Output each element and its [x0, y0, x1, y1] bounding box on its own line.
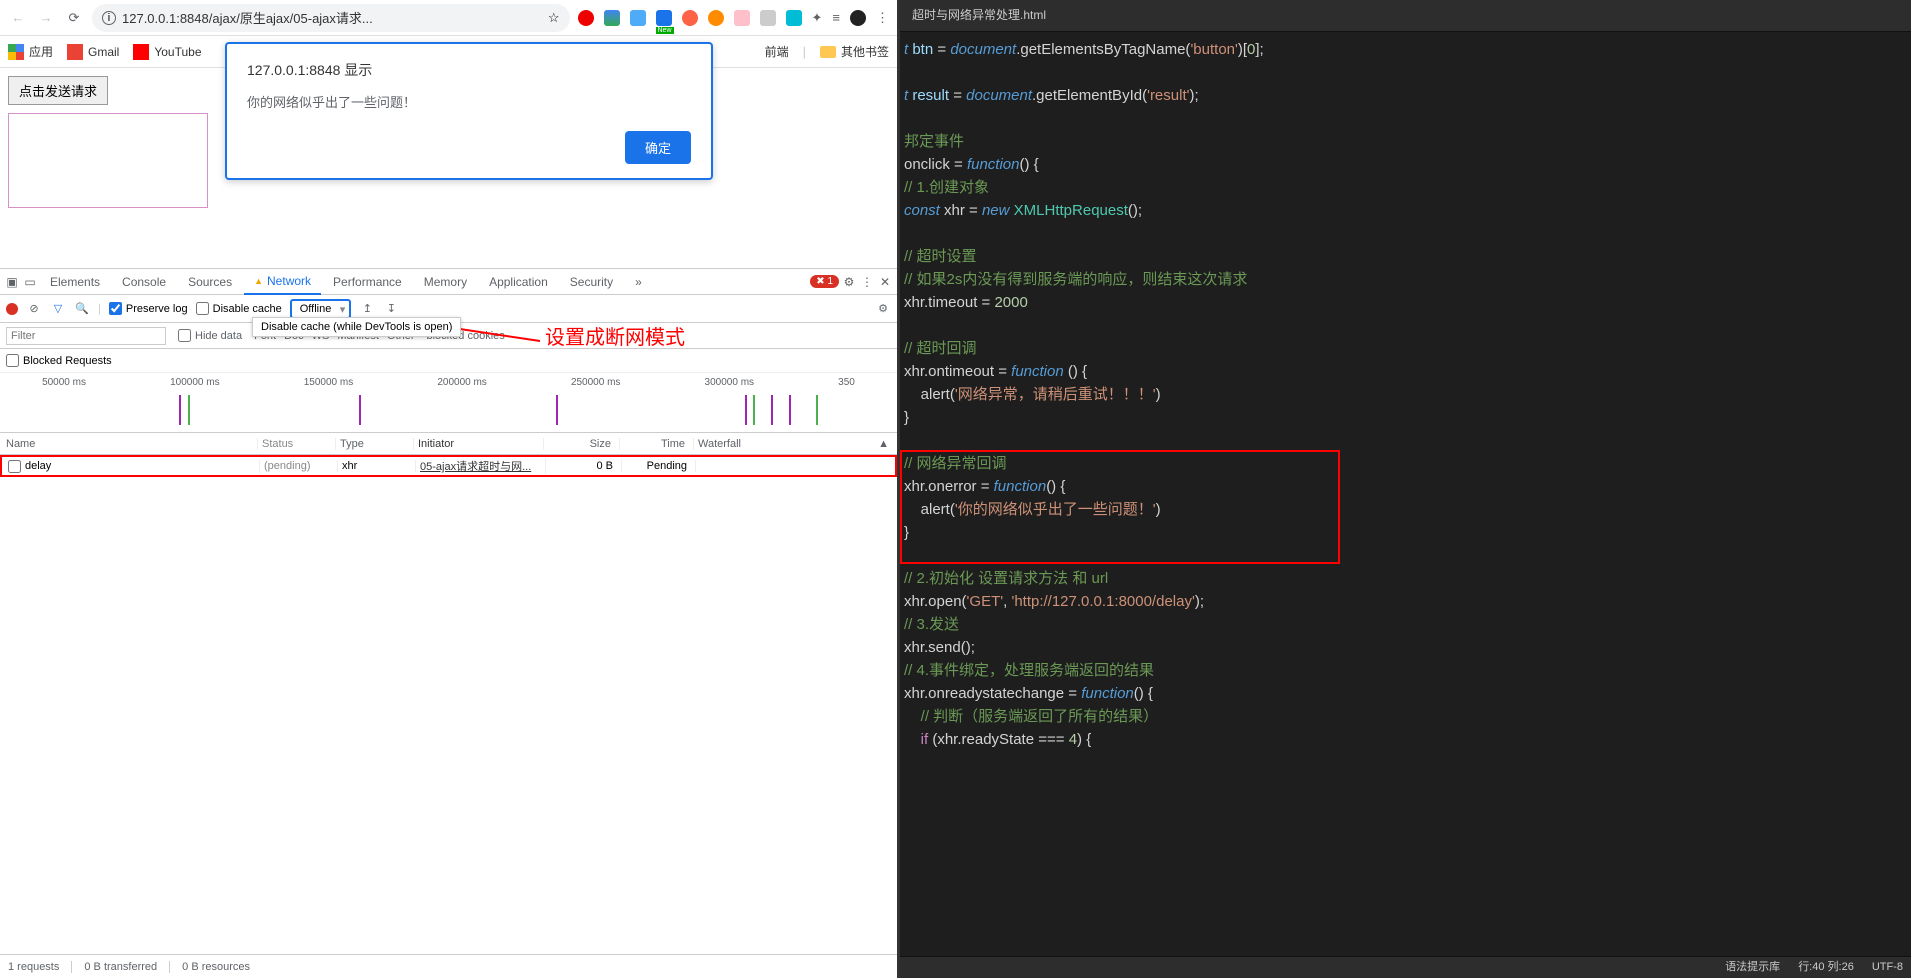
- tab-console[interactable]: Console: [112, 269, 176, 295]
- ext-icon[interactable]: [734, 10, 750, 26]
- col-size[interactable]: Size: [544, 438, 620, 450]
- transferred: 0 B transferred: [84, 961, 170, 973]
- resources: 0 B resources: [182, 961, 262, 973]
- download-icon[interactable]: ↧: [383, 301, 399, 317]
- gmail-bookmark[interactable]: Gmail: [67, 44, 119, 60]
- throttle-select[interactable]: Offline: [290, 299, 352, 319]
- address-bar[interactable]: i 127.0.0.1:8848/ajax/原生ajax/05-ajax请求..…: [92, 4, 570, 32]
- youtube-bookmark[interactable]: YouTube: [133, 44, 201, 60]
- col-type[interactable]: Type: [336, 438, 414, 450]
- tab-more[interactable]: »: [625, 269, 652, 295]
- settings-icon[interactable]: ⚙: [841, 274, 857, 290]
- ext-icon[interactable]: [604, 10, 620, 26]
- syntax-hint[interactable]: 语法提示库: [1725, 956, 1780, 979]
- col-time[interactable]: Time: [620, 438, 694, 450]
- filter-icon[interactable]: ▽: [50, 301, 66, 317]
- annotation-text: 设置成断网模式: [545, 321, 685, 350]
- menu-icon[interactable]: ≡: [832, 10, 840, 25]
- upload-icon[interactable]: ↥: [359, 301, 375, 317]
- record-button[interactable]: [6, 303, 18, 315]
- ext-icon[interactable]: [708, 10, 724, 26]
- tooltip: Disable cache (while DevTools is open): [252, 317, 461, 337]
- preserve-log-check[interactable]: Preserve log: [109, 302, 188, 315]
- ext-icon[interactable]: [786, 10, 802, 26]
- star-icon[interactable]: ☆: [548, 10, 560, 26]
- table-row[interactable]: delay (pending) xhr 05-ajax请求超时与网... 0 B…: [0, 455, 897, 477]
- devtools-tabs: ▣ ▭ Elements Console Sources Network Per…: [0, 269, 897, 295]
- tab-application[interactable]: Application: [479, 269, 558, 295]
- table-header: Name Status Type Initiator Size Time Wat…: [0, 433, 897, 455]
- search-icon[interactable]: 🔍: [74, 301, 90, 317]
- more-icon[interactable]: ⋮: [876, 10, 889, 26]
- settings-icon[interactable]: ⚙: [875, 301, 891, 317]
- result-box: [8, 113, 208, 208]
- alert-message: 你的网络似乎出了一些问题！: [247, 92, 691, 111]
- ext-icon[interactable]: [630, 10, 646, 26]
- alert-ok-button[interactable]: 确定: [625, 131, 691, 164]
- reload-button[interactable]: ⟳: [64, 8, 84, 28]
- browser-toolbar: ← → ⟳ i 127.0.0.1:8848/ajax/原生ajax/05-aj…: [0, 0, 897, 36]
- apps-bookmark[interactable]: 应用: [8, 43, 53, 60]
- ext-icon[interactable]: New: [656, 10, 672, 26]
- devtools-status: 1 requests 0 B transferred 0 B resources: [0, 954, 897, 978]
- device-icon[interactable]: ▭: [22, 274, 38, 290]
- tab-network[interactable]: Network: [244, 269, 321, 295]
- col-name[interactable]: Name: [0, 438, 258, 450]
- extensions-icon[interactable]: ✦: [812, 10, 823, 26]
- info-icon: i: [102, 11, 116, 25]
- editor-tab[interactable]: 超时与网络异常处理.html: [900, 0, 1911, 32]
- alert-dialog: 127.0.0.1:8848 显示 你的网络似乎出了一些问题！ 确定: [225, 42, 713, 180]
- blocked-requests-check[interactable]: Blocked Requests: [6, 354, 112, 367]
- ext-icon[interactable]: [578, 10, 594, 26]
- devtools: ▣ ▭ Elements Console Sources Network Per…: [0, 268, 897, 978]
- requests-count: 1 requests: [8, 961, 72, 973]
- close-icon[interactable]: ✕: [877, 274, 893, 290]
- network-toolbar: ⊘ ▽ 🔍 | Preserve log Disable cache Offli…: [0, 295, 897, 323]
- hide-data-check[interactable]: Hide data: [178, 329, 242, 342]
- extensions: New ✦ ≡ ⋮: [578, 10, 890, 26]
- cursor-position: 行:40 列:26: [1798, 956, 1854, 979]
- frontend-bookmark[interactable]: 前端: [765, 43, 789, 60]
- disable-cache-check[interactable]: Disable cache: [196, 302, 282, 315]
- tab-performance[interactable]: Performance: [323, 269, 412, 295]
- encoding[interactable]: UTF-8: [1872, 956, 1903, 979]
- tab-sources[interactable]: Sources: [178, 269, 242, 295]
- code-editor: 超时与网络异常处理.html t btn = document.getEleme…: [900, 0, 1911, 978]
- timeline[interactable]: 50000 ms 100000 ms 150000 ms 200000 ms 2…: [0, 373, 897, 433]
- highlight-box: [900, 450, 1340, 564]
- tab-memory[interactable]: Memory: [414, 269, 477, 295]
- send-request-button[interactable]: 点击发送请求: [8, 76, 108, 105]
- inspect-icon[interactable]: ▣: [4, 274, 20, 290]
- address-text: 127.0.0.1:8848/ajax/原生ajax/05-ajax请求...: [122, 8, 542, 27]
- forward-button[interactable]: →: [36, 8, 56, 28]
- alert-title: 127.0.0.1:8848 显示: [247, 60, 691, 80]
- other-bookmarks[interactable]: 其他书签: [820, 43, 889, 60]
- ext-icon[interactable]: [850, 10, 866, 26]
- filter-input[interactable]: [6, 327, 166, 345]
- col-initiator[interactable]: Initiator: [414, 438, 544, 450]
- ext-icon[interactable]: [682, 10, 698, 26]
- clear-icon[interactable]: ⊘: [26, 301, 42, 317]
- tab-security[interactable]: Security: [560, 269, 623, 295]
- tab-elements[interactable]: Elements: [40, 269, 110, 295]
- network-table: Name Status Type Initiator Size Time Wat…: [0, 433, 897, 954]
- col-status[interactable]: Status: [258, 438, 336, 450]
- code-area[interactable]: t btn = document.getElementsByTagName('b…: [900, 32, 1911, 956]
- ext-icon[interactable]: [760, 10, 776, 26]
- back-button[interactable]: ←: [8, 8, 28, 28]
- col-waterfall[interactable]: Waterfall ▲: [694, 438, 897, 450]
- more-icon[interactable]: ⋮: [859, 274, 875, 290]
- error-badge[interactable]: ✖ 1: [810, 275, 839, 288]
- editor-status: 语法提示库 行:40 列:26 UTF-8: [900, 956, 1911, 978]
- row-check[interactable]: [8, 460, 21, 473]
